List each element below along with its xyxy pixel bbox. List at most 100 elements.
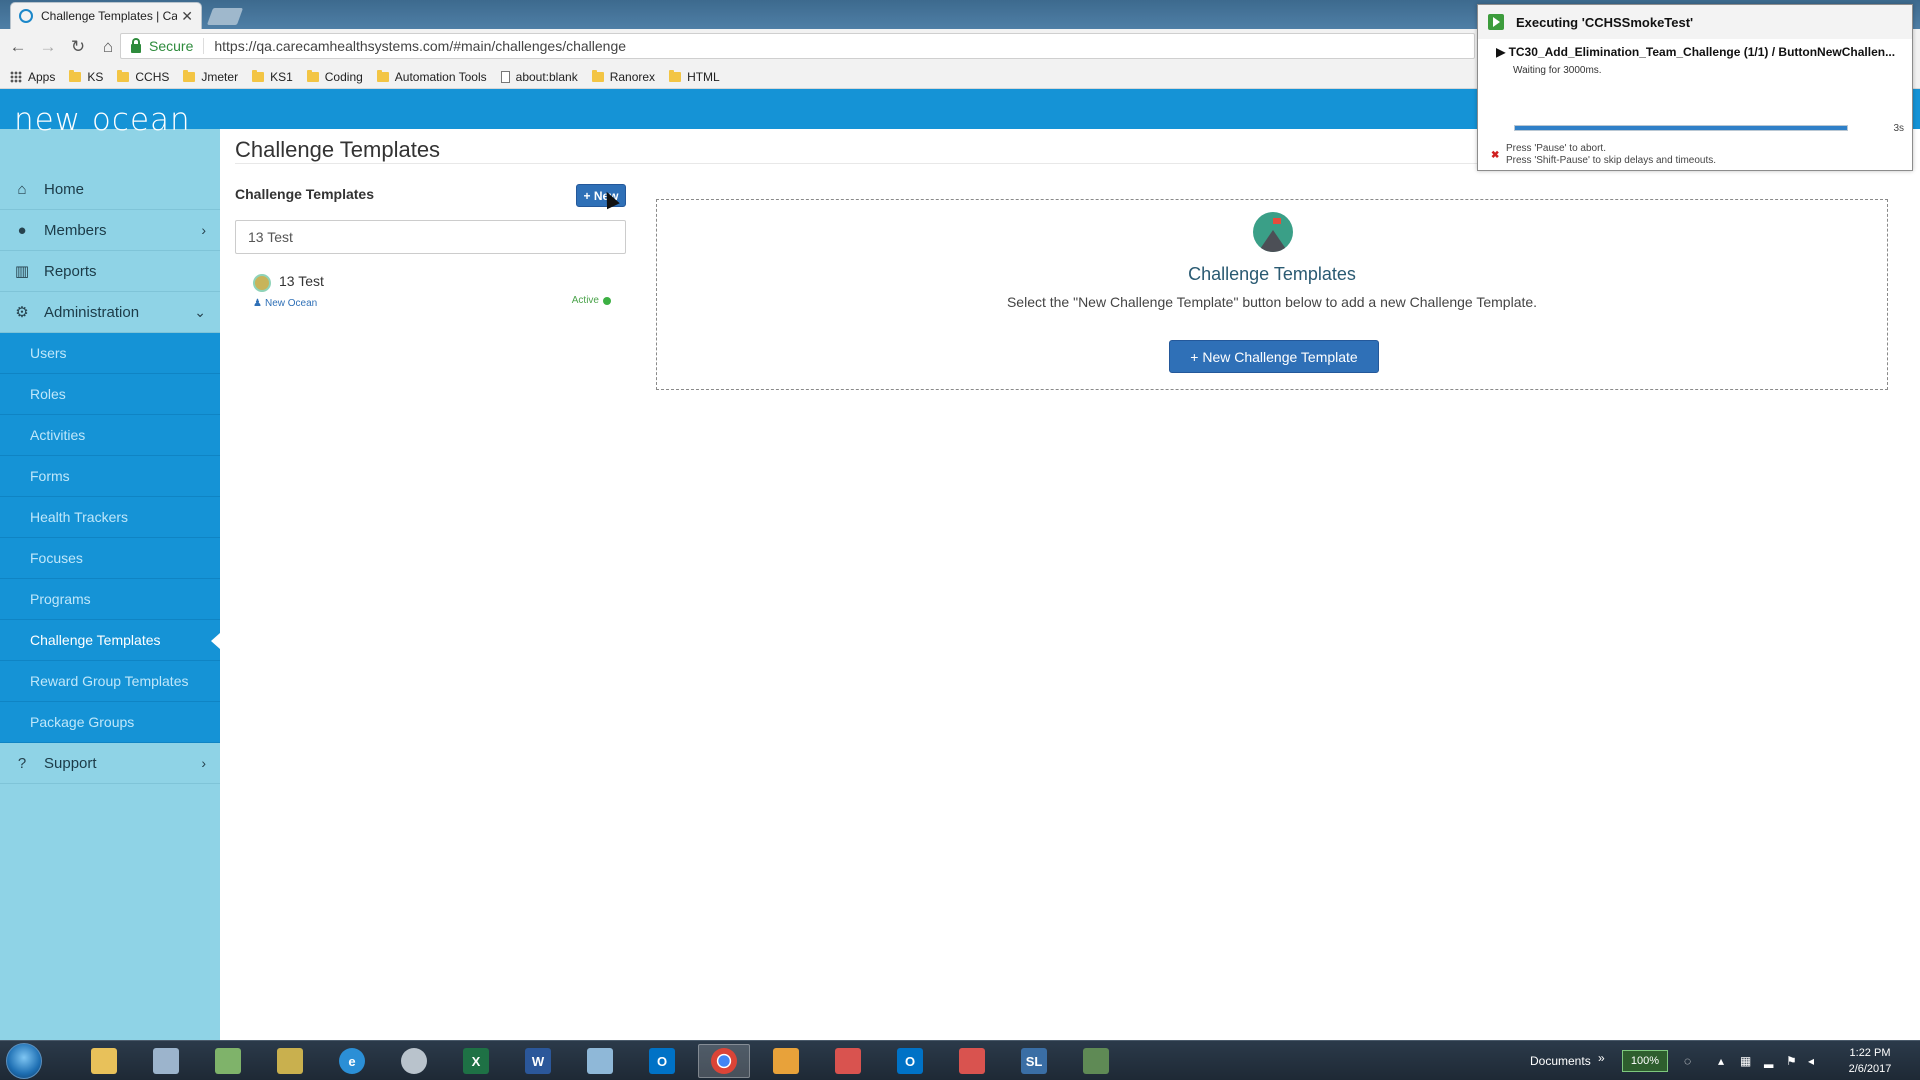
group-name: New Ocean: [264, 298, 318, 309]
bookmark-cchs[interactable]: CCHS: [117, 69, 170, 84]
question-circle-icon: ?: [17, 754, 27, 772]
bookmark-label: CCHS: [135, 69, 170, 84]
folder-icon: [591, 69, 604, 82]
bookmark-jmeter[interactable]: Jmeter: [183, 69, 238, 84]
calculator-icon: [153, 1048, 179, 1074]
home-icon: ⌂: [17, 180, 27, 198]
bookmark-automation-tools[interactable]: Automation Tools: [376, 69, 487, 84]
chrome-taskbar-button[interactable]: [698, 1044, 750, 1078]
sidebar: ⌂ Home ● Members › ▥ Reports ⚙ Administr…: [0, 129, 220, 1040]
reload-icon[interactable]: ↻: [66, 35, 90, 59]
progress-fill: [1515, 126, 1847, 130]
file-explorer-taskbar-button[interactable]: [78, 1044, 130, 1078]
sidebar-item-focuses[interactable]: Focuses: [0, 538, 220, 579]
test-case-text: TC30_Add_Elimination_Team_Challenge (1/1…: [1508, 45, 1896, 59]
calculator-taskbar-button[interactable]: [140, 1044, 192, 1078]
sidebar-item-challenge-templates[interactable]: Challenge Templates: [0, 620, 220, 661]
ranorex-recorder-taskbar-button[interactable]: [946, 1044, 998, 1078]
start-button[interactable]: [6, 1043, 42, 1079]
bookmark-label: KS1: [270, 69, 293, 84]
bookmark-ranorex[interactable]: Ranorex: [591, 69, 656, 84]
page-icon: [500, 70, 510, 83]
search-input[interactable]: [235, 220, 626, 254]
window-taskbar-button[interactable]: [1070, 1044, 1122, 1078]
sidebar-item-administration[interactable]: ⚙ Administration ⌄: [0, 292, 220, 333]
bookmark-ks1[interactable]: KS1: [252, 69, 293, 84]
outlook-taskbar-button[interactable]: O: [636, 1044, 688, 1078]
outlook-2-taskbar-button[interactable]: O: [884, 1044, 936, 1078]
tray-expand-icon[interactable]: ▴: [1718, 1054, 1724, 1068]
bookmark-ks[interactable]: KS: [69, 69, 103, 84]
sidebar-item-members[interactable]: ● Members ›: [0, 210, 220, 251]
sidebar-item-reward-group-templates[interactable]: Reward Group Templates: [0, 661, 220, 702]
tray-app-icon[interactable]: ◌: [1684, 1054, 1691, 1068]
bookmark-coding[interactable]: Coding: [306, 69, 363, 84]
sidebar-item-home[interactable]: ⌂ Home: [0, 169, 220, 210]
clock-time: 1:22 PM: [1849, 1047, 1891, 1059]
browser-tab[interactable]: Challenge Templates | Ca ✕: [10, 2, 202, 29]
snipping-tool-taskbar-button[interactable]: [388, 1044, 440, 1078]
bookmark-html[interactable]: HTML: [669, 69, 720, 84]
bookmark-apps[interactable]: Apps: [10, 70, 55, 84]
signal-icon[interactable]: ▂: [1764, 1054, 1773, 1068]
sidebar-item-package-groups[interactable]: Package Groups: [0, 702, 220, 743]
sidebar-item-reports[interactable]: ▥ Reports: [0, 251, 220, 292]
list-item-name: 13 Test: [279, 273, 324, 289]
paint-taskbar-button[interactable]: [574, 1044, 626, 1078]
excel-taskbar-button[interactable]: X: [450, 1044, 502, 1078]
volume-icon[interactable]: ◂: [1808, 1054, 1814, 1068]
notepad-taskbar-button[interactable]: [202, 1044, 254, 1078]
address-bar[interactable]: Secure https://qa.carecamhealthsystems.c…: [120, 33, 1475, 59]
panel-title: Challenge Templates: [1188, 264, 1356, 284]
window-icon: [1083, 1048, 1109, 1074]
new-ocean-logo[interactable]: new ocean: [14, 102, 214, 138]
battery-indicator[interactable]: 100%: [1622, 1050, 1668, 1072]
sidebar-item-health-trackers[interactable]: Health Trackers: [0, 497, 220, 538]
ranorex-spy-taskbar-button[interactable]: [822, 1044, 874, 1078]
back-arrow-icon[interactable]: ←: [6, 35, 30, 59]
recorder-icon: [959, 1048, 985, 1074]
status-text: Active: [571, 295, 599, 306]
group-icon: ♟: [253, 298, 262, 309]
new-challenge-template-button[interactable]: + New Challenge Template: [1169, 340, 1379, 373]
internet-explorer-taskbar-button[interactable]: e: [326, 1044, 378, 1078]
progress-bar: [1514, 125, 1848, 131]
documents-toolbar[interactable]: Documents: [1530, 1054, 1591, 1068]
folder-icon: [306, 69, 319, 82]
network-icon[interactable]: ▦: [1740, 1054, 1751, 1068]
bookmark-label: Automation Tools: [394, 69, 487, 84]
forward-arrow-icon[interactable]: →: [36, 35, 60, 59]
new-tab-button[interactable]: [206, 8, 244, 25]
system-clock[interactable]: 1:22 PM 2/6/2017: [1830, 1045, 1910, 1077]
chevron-right-icon[interactable]: »: [1598, 1051, 1605, 1065]
status-dot-icon: [603, 296, 611, 305]
bookmark-label: Coding: [324, 69, 363, 84]
popup-hints: Press 'Pause' to abort. Press 'Shift-Pau…: [1506, 143, 1716, 167]
bookmark-about-blank[interactable]: about:blank: [500, 69, 578, 84]
sidebar-item-activities[interactable]: Activities: [0, 415, 220, 456]
bookmark-label: about:blank: [515, 69, 578, 84]
folder-icon: [91, 1048, 117, 1074]
site-favicon-icon: [19, 9, 33, 23]
flag-icon[interactable]: ⚑: [1786, 1054, 1797, 1068]
tab-close-icon[interactable]: ✕: [181, 8, 193, 25]
windows-taskbar: e X W O O SL Documents » 100% ◌ ▴ ▦ ▂ ⚑ …: [0, 1040, 1920, 1080]
shift-pause-hint: Press 'Shift-Pause' to skip delays and t…: [1506, 155, 1717, 166]
sl-app-taskbar-button[interactable]: SL: [1008, 1044, 1060, 1078]
sidebar-item-roles[interactable]: Roles: [0, 374, 220, 415]
ranorex-studio-taskbar-button[interactable]: [760, 1044, 812, 1078]
sidebar-item-users[interactable]: Users: [0, 333, 220, 374]
sidebar-item-forms[interactable]: Forms: [0, 456, 220, 497]
tools-taskbar-button[interactable]: [264, 1044, 316, 1078]
status-badge: Active: [572, 295, 611, 306]
bookmark-label: Ranorex: [609, 69, 656, 84]
ranorex-icon: [773, 1048, 799, 1074]
list-item[interactable]: 13 Test ♟ New Ocean Active: [235, 268, 626, 313]
word-taskbar-button[interactable]: W: [512, 1044, 564, 1078]
sidebar-item-programs[interactable]: Programs: [0, 579, 220, 620]
sidebar-item-label: Reports: [44, 262, 97, 280]
sidebar-item-support[interactable]: ? Support ›: [0, 743, 220, 784]
notepad-icon: [215, 1048, 241, 1074]
home-button-icon[interactable]: ⌂: [96, 35, 120, 59]
folder-icon: [183, 69, 196, 82]
